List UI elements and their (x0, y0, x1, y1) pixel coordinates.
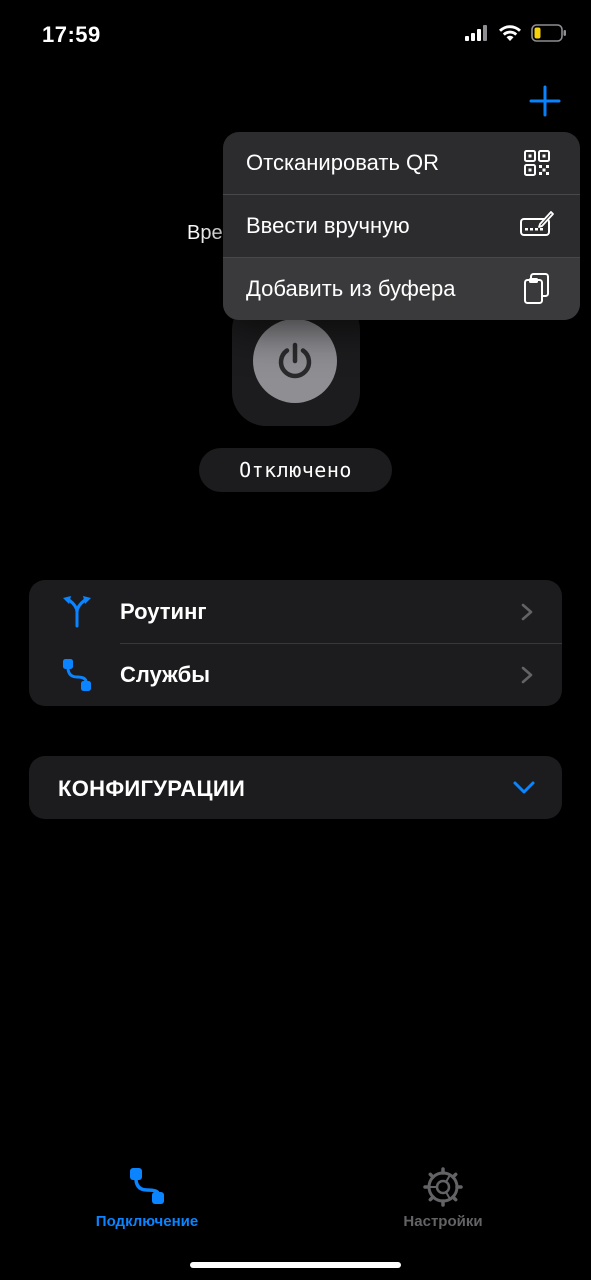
menu-item-label: Добавить из буфера (246, 276, 456, 301)
routing-icon (63, 595, 91, 627)
add-button[interactable] (528, 84, 562, 118)
clipboard-icon (524, 273, 549, 304)
power-button[interactable] (253, 319, 337, 403)
tab-label: Настройки (403, 1213, 483, 1230)
status-icons (465, 24, 567, 42)
chevron-right-icon (521, 666, 533, 683)
menu-item-label: Отсканировать QR (246, 150, 440, 175)
tab-settings[interactable]: Настройки (363, 1166, 523, 1236)
list-item-routing[interactable]: Роутинг (29, 580, 562, 643)
list-item-services[interactable]: Службы (29, 643, 562, 706)
services-icon (63, 658, 91, 691)
tab-connection[interactable]: Подключение (67, 1166, 227, 1236)
list-item-label: Роутинг (120, 598, 207, 624)
connection-icon (130, 1168, 164, 1204)
gear-icon (423, 1167, 463, 1207)
configurations-title: КОНФИГУРАЦИИ (58, 776, 246, 801)
cellular-signal-icon (465, 25, 487, 41)
menu-item-manual-entry[interactable]: Ввести вручную (223, 195, 580, 257)
chevron-down-icon (513, 781, 535, 794)
connection-status-badge: Отключено (199, 448, 392, 492)
status-time: 17:59 (42, 22, 101, 47)
menu-item-label: Ввести вручную (246, 213, 410, 238)
menu-item-scan-qr[interactable]: Отсканировать QR (223, 132, 580, 194)
battery-icon (531, 24, 566, 42)
home-indicator (190, 1262, 401, 1268)
tab-label: Подключение (95, 1213, 199, 1230)
menu-item-add-from-clipboard[interactable]: Добавить из буфера (223, 258, 580, 320)
keyboard-pencil-icon (520, 211, 554, 236)
navigation-card: Роутинг Службы (29, 580, 562, 706)
chevron-right-icon (521, 603, 533, 620)
qr-code-icon (524, 150, 550, 176)
list-item-label: Службы (120, 661, 211, 687)
power-icon (278, 342, 312, 379)
plus-icon (529, 85, 561, 117)
connection-status-text: Отключено (239, 458, 352, 482)
wifi-icon (499, 24, 521, 41)
add-config-menu: Отсканировать QR Ввести вручную Добавить… (223, 132, 580, 320)
configurations-section[interactable]: КОНФИГУРАЦИИ (29, 756, 562, 819)
